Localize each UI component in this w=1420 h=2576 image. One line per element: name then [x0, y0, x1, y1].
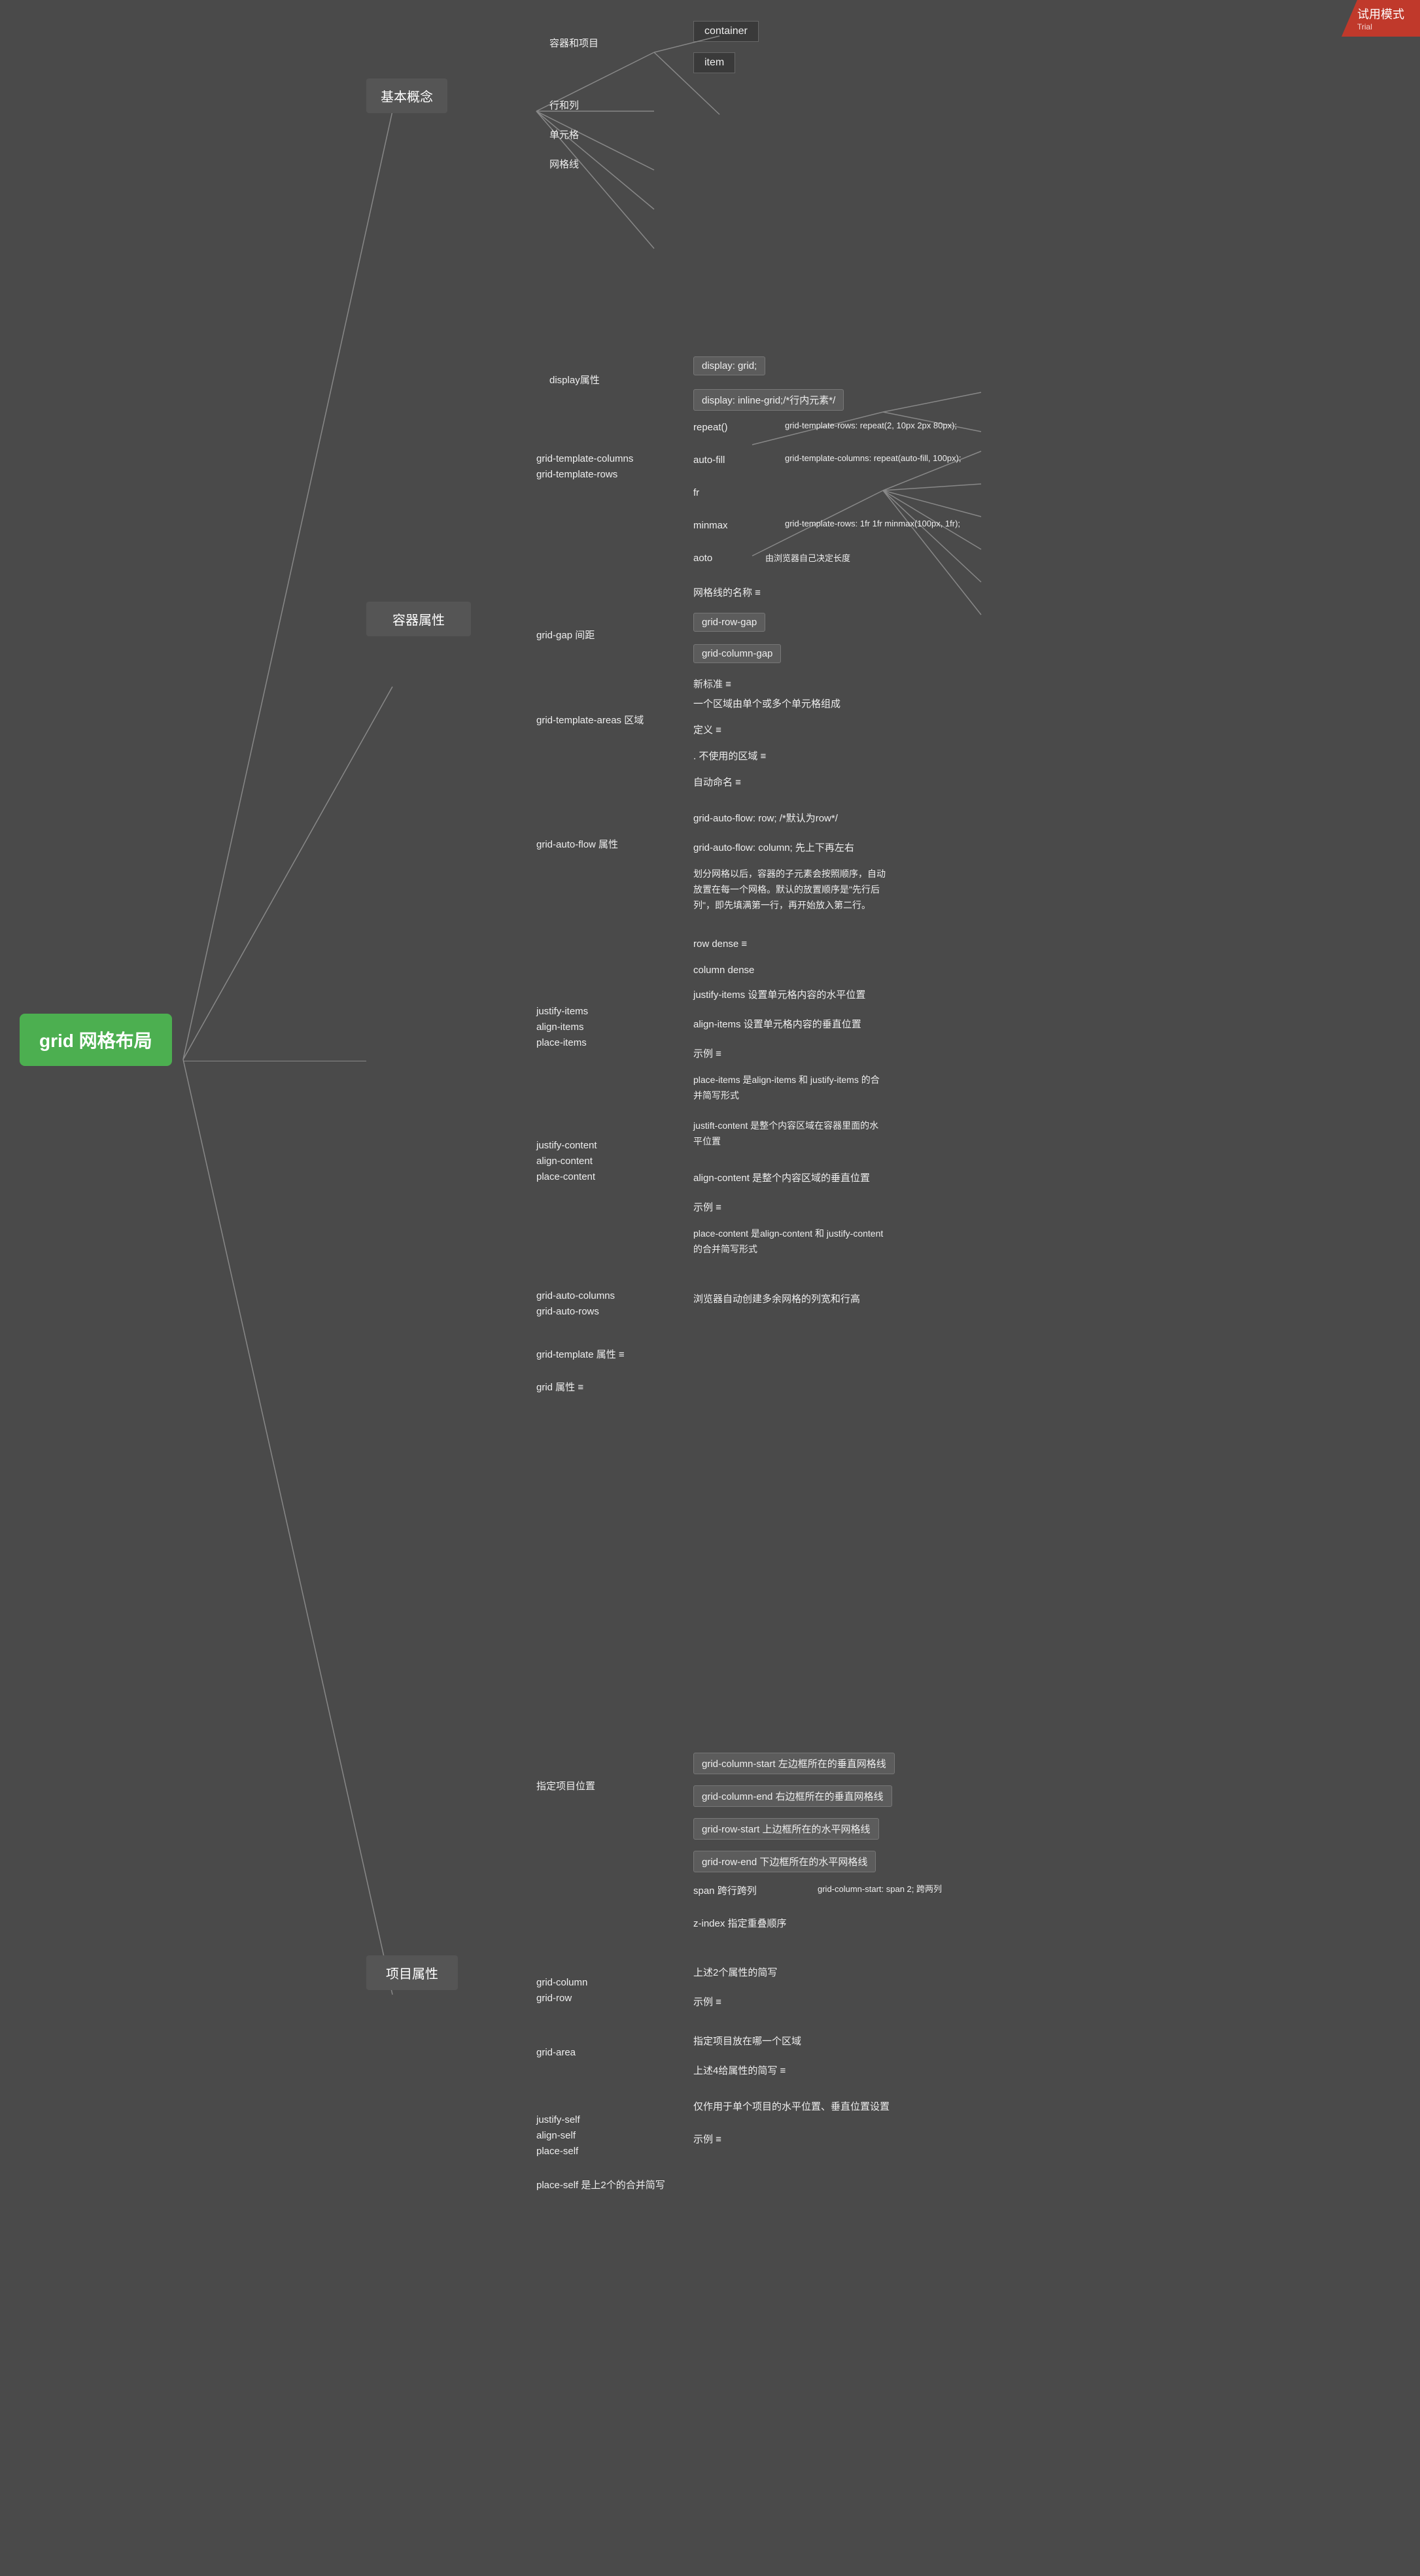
- grid-area-label: grid-area: [536, 2047, 576, 2058]
- auto-fill-label: auto-fill: [693, 455, 725, 466]
- mind-map: 试用模式 Trial grid 网格布局 基本概念: [0, 0, 1420, 2576]
- place-self-desc: place-self 是上2个的合并简写: [536, 2178, 665, 2191]
- gridline-label: 网格线: [549, 157, 579, 171]
- align-items-desc: align-items 设置单元格内容的垂直位置: [693, 1017, 861, 1031]
- self-desc: 仅作用于单个项目的水平位置、垂直位置设置: [693, 2099, 890, 2113]
- grid-col-row-label: grid-columngrid-row: [536, 1975, 587, 2006]
- trial-badge: 试用模式 Trial: [1342, 0, 1420, 37]
- containers-items-label: 容器和项目: [549, 36, 598, 50]
- connector-lines: [0, 0, 1420, 2576]
- display-grid: display: grid;: [693, 356, 765, 375]
- aoto-label: aoto: [693, 553, 712, 564]
- row-dense: row dense ≡: [693, 938, 747, 950]
- trial-sub: Trial: [1357, 22, 1404, 31]
- grid-prop: grid 属性 ≡: [536, 1380, 583, 1394]
- place-items-desc: place-items 是align-items 和 justify-items…: [693, 1073, 880, 1104]
- grid-template-prop: grid-template 属性 ≡: [536, 1347, 625, 1361]
- justify-content-desc: justift-content 是整个内容区域在容器里面的水平位置: [693, 1118, 878, 1150]
- auto-fill-detail: grid-template-columns: repeat(auto-fill,…: [785, 453, 961, 463]
- z-index-label: z-index 指定重叠顺序: [693, 1916, 787, 1930]
- grid-col-row-example: 示例 ≡: [693, 1995, 721, 2008]
- item-props-label: 项目属性: [386, 1967, 438, 1982]
- area-define: 定义 ≡: [693, 723, 721, 736]
- grid-template-label: grid-template-columnsgrid-template-rows: [536, 451, 633, 483]
- auto-flow-row: grid-auto-flow: row; /*默认为row*/: [693, 811, 838, 825]
- justify-items-desc: justify-items 设置单元格内容的水平位置: [693, 987, 865, 1001]
- fr-label: fr: [693, 487, 699, 498]
- container-props-box: 容器属性: [366, 602, 471, 636]
- container-props-label: 容器属性: [392, 613, 445, 628]
- place-content-desc: place-content 是align-content 和 justify-c…: [693, 1226, 883, 1258]
- grid-template-areas-label: grid-template-areas 区域: [536, 713, 644, 727]
- auto-flow-col: grid-auto-flow: column; 先上下再左右: [693, 840, 854, 854]
- grid-row-gap: grid-row-gap: [693, 613, 765, 632]
- self-example: 示例 ≡: [693, 2132, 721, 2146]
- rows-cols-label: 行和列: [549, 98, 579, 112]
- justify-align-place-items-label: justify-itemsalign-itemsplace-items: [536, 1004, 588, 1051]
- justify-align-self-label: justify-selfalign-selfplace-self: [536, 2112, 580, 2159]
- repeat-label: repeat(): [693, 422, 728, 433]
- container-box: container: [693, 21, 759, 42]
- span-detail: grid-column-start: span 2; 跨两列: [818, 1882, 942, 1895]
- specify-position-label: 指定项目位置: [536, 1779, 595, 1793]
- grid-auto-cols-rows-label: grid-auto-columnsgrid-auto-rows: [536, 1288, 615, 1320]
- item-box: item: [693, 52, 735, 73]
- grid-column-gap: grid-column-gap: [693, 644, 781, 663]
- grid-row-end: grid-row-end 下边框所在的水平网格线: [693, 1851, 876, 1872]
- col-dense: column dense: [693, 965, 754, 976]
- place-items-example: 示例 ≡: [693, 1046, 721, 1060]
- center-label: grid 网格布局: [39, 1031, 152, 1051]
- grid-area-desc: 指定项目放在哪一个区域: [693, 2034, 801, 2048]
- area-desc: 一个区域由单个或多个单元格组成: [693, 696, 840, 710]
- aoto-detail: 由浏览器自己决定长度: [765, 551, 850, 564]
- minmax-detail: grid-template-rows: 1fr 1fr minmax(100px…: [785, 519, 960, 528]
- grid-col-end: grid-column-end 右边框所在的垂直网格线: [693, 1785, 892, 1807]
- area-auto-name: 自动命名 ≡: [693, 775, 741, 789]
- area-unused: . 不使用的区域 ≡: [693, 749, 766, 763]
- grid-auto-flow-label: grid-auto-flow 属性: [536, 837, 618, 851]
- new-standard-label: 新标准 ≡: [693, 677, 731, 691]
- grid-row-start: grid-row-start 上边框所在的水平网格线: [693, 1818, 879, 1840]
- justify-align-place-content-label: justify-contentalign-contentplace-conten…: [536, 1138, 597, 1185]
- grid-gap-label: grid-gap 间距: [536, 628, 595, 642]
- align-content-desc: align-content 是整个内容区域的垂直位置: [693, 1171, 870, 1184]
- auto-flow-desc: 划分网格以后，容器的子元素会按照顺序，自动 放置在每一个网格。默认的放置顺序是"…: [693, 867, 886, 913]
- center-node: grid 网格布局: [20, 1014, 172, 1066]
- display-attr-label: display属性: [549, 373, 600, 386]
- grid-area-shorthand: 上述4给属性的简写 ≡: [693, 2063, 786, 2077]
- minmax-label: minmax: [693, 520, 728, 531]
- basic-concepts-box: 基本概念: [366, 78, 447, 113]
- grid-col-row-shorthand: 上述2个属性的简写: [693, 1965, 777, 1979]
- cell-label: 单元格: [549, 128, 579, 141]
- trial-main: 试用模式: [1357, 5, 1404, 22]
- span-label: span 跨行跨列: [693, 1883, 757, 1897]
- repeat-detail: grid-template-rows: repeat(2, 10px 2px 8…: [785, 421, 957, 430]
- gridline-name-label: 网格线的名称 ≡: [693, 585, 761, 599]
- grid-col-start: grid-column-start 左边框所在的垂直网格线: [693, 1753, 895, 1774]
- content-example: 示例 ≡: [693, 1200, 721, 1214]
- basic-label: 基本概念: [381, 90, 433, 105]
- display-inline-grid: display: inline-grid;/*行内元素*/: [693, 389, 844, 411]
- item-props-box: 项目属性: [366, 1955, 458, 1990]
- grid-auto-desc: 浏览器自动创建多余网格的列宽和行高: [693, 1292, 860, 1305]
